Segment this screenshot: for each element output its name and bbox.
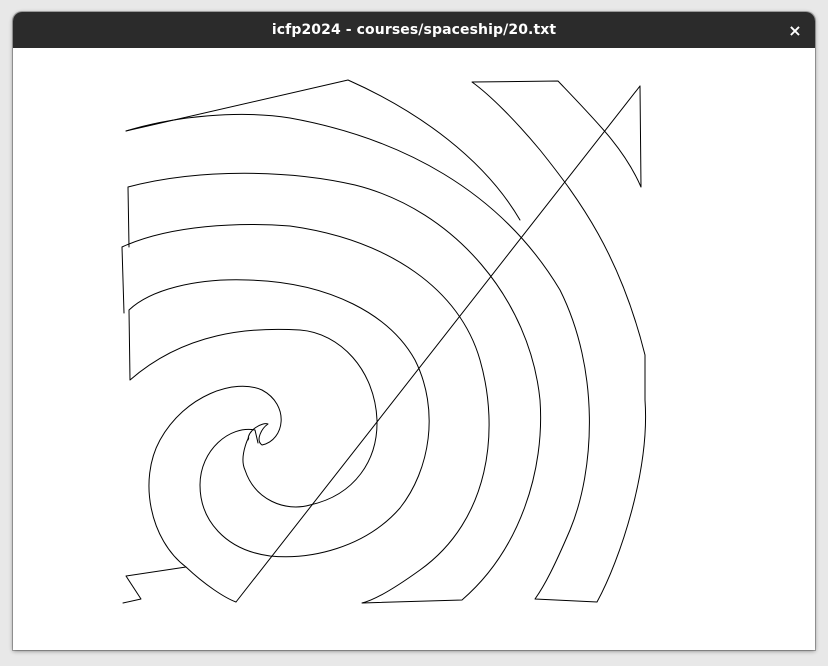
title-bar[interactable]: icfp2024 - courses/spaceship/20.txt × [13, 12, 815, 48]
spaceship-path-drawing [121, 79, 647, 604]
top-left-line [125, 79, 521, 221]
app-window: icfp2024 - courses/spaceship/20.txt × [13, 12, 815, 650]
close-icon: × [788, 20, 802, 40]
drawing-canvas [13, 48, 815, 650]
path-start-segment [122, 566, 187, 604]
close-button[interactable]: × [783, 18, 807, 42]
arc-band-3 [125, 80, 647, 603]
diagonal-line [235, 85, 641, 603]
arc-band-2 [121, 172, 542, 604]
bottom-connector [185, 566, 237, 603]
window-title: icfp2024 - courses/spaceship/20.txt [271, 22, 557, 38]
spiral-path [128, 279, 430, 568]
